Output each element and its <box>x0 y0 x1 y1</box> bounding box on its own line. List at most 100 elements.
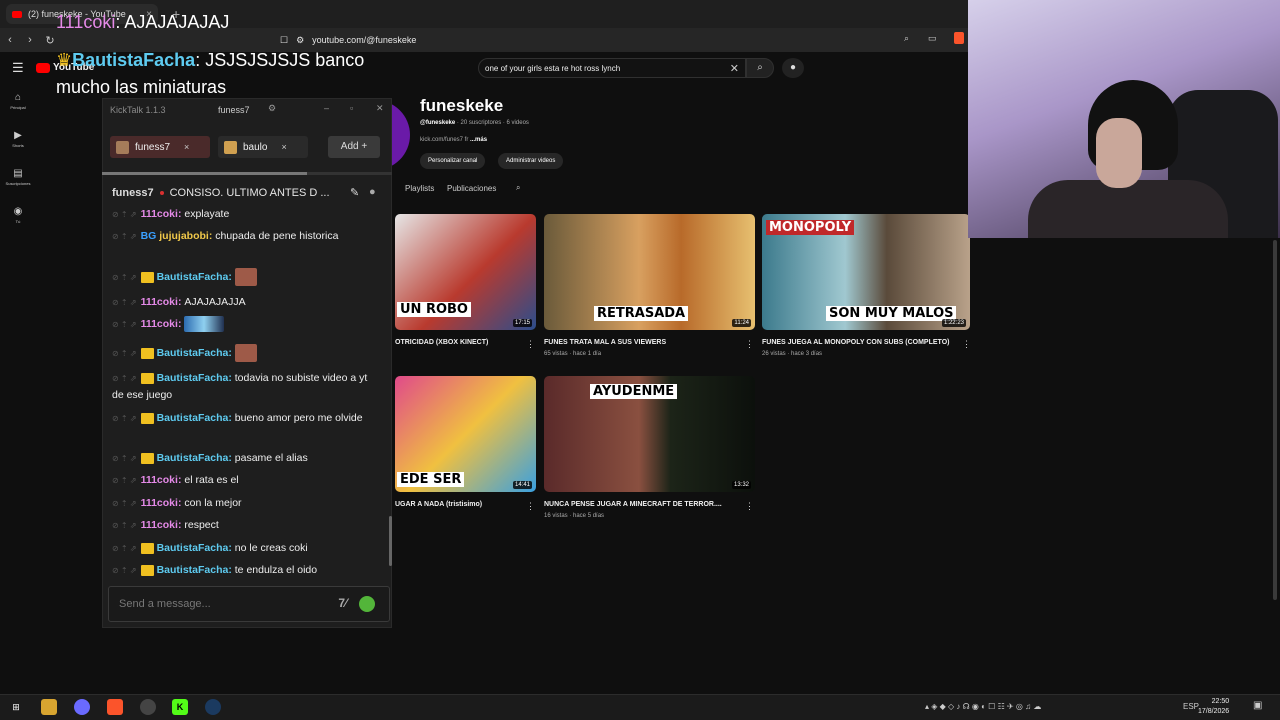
moderation-icons[interactable]: ⊘ ⇡ ⇗ <box>112 476 137 485</box>
reload-icon[interactable]: ↻ <box>40 34 60 47</box>
moderation-icons[interactable]: ⊘ ⇡ ⇗ <box>112 414 137 423</box>
chat-scrollbar[interactable] <box>389 516 392 566</box>
site-info-icon[interactable]: ⚙ <box>296 35 304 46</box>
tab-playlists[interactable]: Playlists <box>405 184 434 193</box>
language-indicator[interactable]: ESP <box>1183 702 1199 711</box>
search-input[interactable]: one of your girls esta re hot ross lynch… <box>478 58 746 78</box>
menu-icon[interactable]: ☰ <box>12 60 24 76</box>
close-icon[interactable]: × <box>281 142 286 152</box>
video-thumbnail[interactable]: MONOPOLY SON MUY MALOS 1:22:23 <box>762 214 970 330</box>
video-menu-icon[interactable]: ⋮ <box>526 339 535 350</box>
video-thumbnail[interactable]: UN ROBO 17:15 <box>395 214 536 330</box>
chat-username[interactable]: BautistaFacha <box>157 412 229 424</box>
address-bar[interactable]: ☐ ⚙ youtube.com/@funeskeke <box>280 32 800 48</box>
chat-username[interactable]: 111coki <box>141 497 178 509</box>
discord-icon[interactable] <box>74 699 90 715</box>
minimize-icon[interactable]: – <box>324 103 329 113</box>
steam-icon[interactable] <box>205 699 221 715</box>
zoom-icon[interactable]: ⌕ <box>904 33 909 44</box>
chat-message[interactable]: ⊘ ⇡ ⇗ 111coki: explayate <box>112 206 374 223</box>
back-icon[interactable]: ‹ <box>0 34 20 46</box>
video-thumbnail[interactable]: EDE SER 14:41 <box>395 376 536 492</box>
chat-message[interactable]: ⊘ ⇡ ⇗ BautistaFacha: bueno amor pero me o… <box>112 410 374 427</box>
video-title[interactable]: OTRICIDAD (XBOX KINECT) <box>395 339 488 346</box>
video-menu-icon[interactable]: ⋮ <box>962 339 971 350</box>
chat-username[interactable]: jujujabobi <box>159 230 209 242</box>
manage-videos-button[interactable]: Administrar videos <box>498 153 564 169</box>
chat-message[interactable]: ⊘ ⇡ ⇗ BautistaFacha: <box>112 268 374 286</box>
kick-icon[interactable]: K <box>172 699 188 715</box>
close-icon[interactable]: × <box>184 142 189 152</box>
chat-message[interactable]: ⊘ ⇡ ⇗ BG jujujabobi: chupada de pene hist… <box>112 228 374 245</box>
moderation-icons[interactable]: ⊘ ⇡ ⇗ <box>112 544 137 553</box>
chat-message[interactable]: ⊘ ⇡ ⇗ 111coki: AJAJAJAJJA <box>112 294 374 311</box>
sidebar-item-principal[interactable]: ⌂ Principal <box>0 92 36 110</box>
chat-username[interactable]: 111coki <box>141 519 178 531</box>
chat-message[interactable]: ⊘ ⇡ ⇗ BautistaFacha: todavia no subiste v… <box>112 370 374 404</box>
brave-shield-icon[interactable] <box>954 32 964 44</box>
voice-search-button[interactable]: ● <box>782 58 804 78</box>
chat-username[interactable]: BautistaFacha <box>157 372 229 384</box>
brave-icon[interactable] <box>107 699 123 715</box>
chat-message[interactable]: ⊘ ⇡ ⇗ BautistaFacha: no le creas coki <box>112 540 374 557</box>
chat-username[interactable]: BautistaFacha <box>157 542 229 554</box>
video-menu-icon[interactable]: ⋮ <box>526 501 535 512</box>
user-icon[interactable]: ● <box>369 186 376 198</box>
chat-username[interactable]: 111coki <box>141 208 178 220</box>
chat-username[interactable]: 111coki <box>141 296 178 308</box>
search-button[interactable]: ⌕ <box>746 58 774 78</box>
cast-icon[interactable]: ▭ <box>928 33 937 44</box>
moderation-icons[interactable]: ⊘ ⇡ ⇗ <box>112 320 137 329</box>
chat-username[interactable]: BautistaFacha <box>157 452 229 464</box>
file-explorer-icon[interactable] <box>41 699 57 715</box>
emote-icon[interactable]: 7⁄ <box>338 596 347 610</box>
kick-emote-icon[interactable] <box>359 596 375 612</box>
maximize-icon[interactable]: ▫ <box>350 103 353 113</box>
chat-message[interactable]: ⊘ ⇡ ⇗ BautistaFacha: pasame el alias <box>112 450 374 467</box>
chat-username[interactable]: 111coki <box>141 474 178 486</box>
notifications-icon[interactable]: ▣ <box>1253 700 1262 711</box>
video-title[interactable]: UGAR A NADA (tristisimo) <box>395 501 482 508</box>
chat-message[interactable]: ⊘ ⇡ ⇗ BautistaFacha: <box>112 344 374 362</box>
customize-channel-button[interactable]: Personalizar canal <box>420 153 486 169</box>
tab-posts[interactable]: Publicaciones <box>447 184 496 193</box>
video-title[interactable]: NUNCA PENSE JUGAR A MINECRAFT DE TERROR.… <box>544 501 722 508</box>
video-title[interactable]: FUNES JUEGA AL MONOPOLY CON SUBS (COMPLE… <box>762 339 949 346</box>
moderation-icons[interactable]: ⊘ ⇡ ⇗ <box>112 499 137 508</box>
windows-start-icon[interactable]: ⊞ <box>8 699 24 715</box>
obs-icon[interactable] <box>140 699 156 715</box>
pin-icon[interactable]: ✎ <box>350 186 359 199</box>
moderation-icons[interactable]: ⊘ ⇡ ⇗ <box>112 454 137 463</box>
close-window-icon[interactable]: ✕ <box>376 103 384 114</box>
moderation-icons[interactable]: ⊘ ⇡ ⇗ <box>112 566 137 575</box>
bookmark-icon[interactable]: ☐ <box>280 35 288 46</box>
video-thumbnail[interactable]: RETRASADA 11:24 <box>544 214 755 330</box>
video-menu-icon[interactable]: ⋮ <box>745 339 754 350</box>
system-tray-icons[interactable]: ▴ ◈ ◆ ◇ ♪ ☊ ◉ ◐ ☐ ☷ ✈ ◎ ♫ ☁ <box>925 702 1041 711</box>
moderation-icons[interactable]: ⊘ ⇡ ⇗ <box>112 374 137 383</box>
chat-tab-baulo[interactable]: baulo × <box>218 136 308 158</box>
add-channel-button[interactable]: Add + <box>328 136 380 158</box>
moderation-icons[interactable]: ⊘ ⇡ ⇗ <box>112 232 137 241</box>
video-thumbnail[interactable]: AYUDENME 13:32 <box>544 376 755 492</box>
chat-message[interactable]: ⊘ ⇡ ⇗ 111coki: con la mejor <box>112 495 374 512</box>
chat-username[interactable]: BautistaFacha <box>157 347 229 359</box>
sidebar-item-you[interactable]: ◉ Tú <box>0 206 36 224</box>
moderation-icons[interactable]: ⊘ ⇡ ⇗ <box>112 349 137 358</box>
moderation-icons[interactable]: ⊘ ⇡ ⇗ <box>112 521 137 530</box>
chat-message[interactable]: ⊘ ⇡ ⇗ 111coki: <box>112 316 374 333</box>
chat-message[interactable]: ⊘ ⇡ ⇗ 111coki: el rata es el <box>112 472 374 489</box>
sidebar-item-shorts[interactable]: ▶ Shorts <box>0 130 36 148</box>
sidebar-item-subscriptions[interactable]: ▤ Suscripciones <box>0 168 36 186</box>
video-title[interactable]: FUNES TRATA MAL A SUS VIEWERS <box>544 339 666 346</box>
channel-search-icon[interactable]: ⌕ <box>516 183 520 193</box>
settings-icon[interactable]: ⚙ <box>268 103 276 114</box>
page-scrollbar[interactable] <box>1273 240 1277 600</box>
forward-icon[interactable]: › <box>20 34 40 46</box>
chat-message[interactable]: ⊘ ⇡ ⇗ BautistaFacha: te endulza el oido <box>112 562 374 578</box>
chat-username[interactable]: BautistaFacha <box>157 271 229 283</box>
clear-search-icon[interactable]: ✕ <box>730 62 739 75</box>
chat-username[interactable]: 111coki <box>141 318 178 330</box>
channel-link[interactable]: kick.com/funes7 fr ...más <box>420 137 487 143</box>
chat-message[interactable]: ⊘ ⇡ ⇗ 111coki: respect <box>112 517 374 534</box>
